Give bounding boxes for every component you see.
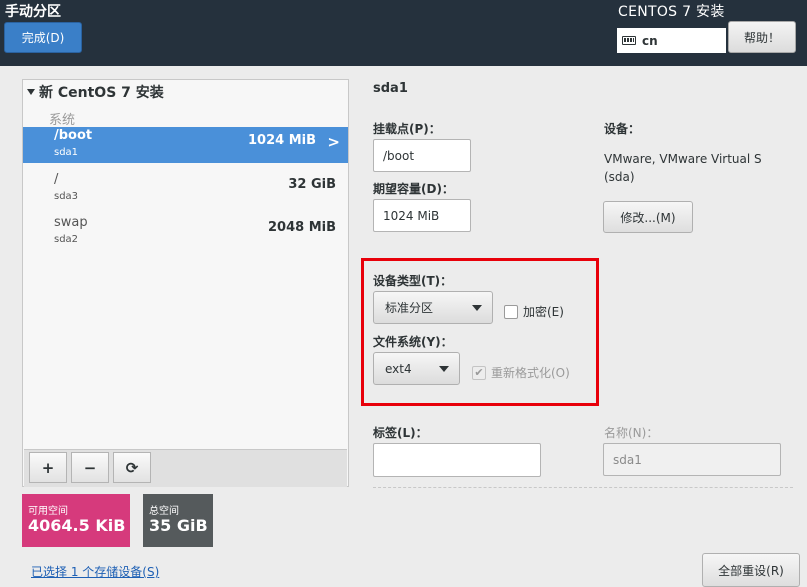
install-tree-header[interactable]: 新 CentOS 7 安装 <box>27 82 164 102</box>
partition-device: sda2 <box>54 234 79 245</box>
selected-storage-link[interactable]: 已选择 1 个存储设备(S) <box>31 563 159 580</box>
group-label-system: 系统 <box>49 113 76 128</box>
desired-capacity-label: 期望容量(D)： <box>373 182 454 196</box>
chevron-right-icon: > <box>327 133 340 151</box>
mount-point-input[interactable]: /boot <box>373 139 471 172</box>
total-space-label: 总空间 <box>149 506 179 517</box>
remove-partition-button[interactable]: − <box>71 452 109 483</box>
devices-label: 设备： <box>604 122 641 136</box>
highlight-frame <box>361 258 599 406</box>
partition-tree-panel: 新 CentOS 7 安装 系统 /boot sda1 1024 MiB > /… <box>22 79 349 487</box>
label-input[interactable] <box>373 443 541 477</box>
partition-row-boot[interactable]: /boot sda1 1024 MiB > <box>23 127 348 163</box>
device-info-name: VMware, VMware Virtual S <box>604 152 762 166</box>
partition-size: 1024 MiB <box>247 133 316 148</box>
done-button[interactable]: 完成(D) <box>4 22 82 53</box>
device-title: sda1 <box>373 81 408 96</box>
partition-mount: / <box>54 172 59 187</box>
available-space-value: 4064.5 KiB <box>28 516 126 535</box>
help-button[interactable]: 帮助！ <box>728 21 796 53</box>
modify-button[interactable]: 修改...(M) <box>603 201 693 233</box>
device-info-id: (sda) <box>604 170 635 184</box>
divider <box>373 487 793 488</box>
add-partition-button[interactable]: + <box>29 452 67 483</box>
partition-row-swap[interactable]: swap sda2 2048 MiB <box>23 214 348 250</box>
label-field-label: 标签(L)： <box>373 426 428 440</box>
name-input[interactable]: sda1 <box>603 443 781 476</box>
keyboard-layout-label: cn <box>642 33 658 48</box>
desired-capacity-input[interactable]: 1024 MiB <box>373 199 471 232</box>
header-bar: 手动分区 完成(D) CENTOS 7 安装 cn 帮助！ <box>0 0 807 66</box>
available-space-label: 可用空间 <box>28 506 68 517</box>
partition-device: sda3 <box>54 191 79 202</box>
available-space-box: 可用空间 4064.5 KiB <box>22 494 130 547</box>
name-label: 名称(N)： <box>604 426 659 440</box>
keyboard-icon <box>622 36 636 45</box>
total-space-box: 总空间 35 GiB <box>143 494 213 547</box>
expander-down-icon[interactable] <box>27 89 35 95</box>
partition-mount: /boot <box>54 128 93 143</box>
partition-device: sda1 <box>54 147 79 158</box>
keyboard-layout-indicator[interactable]: cn <box>617 28 726 53</box>
page-title: 手动分区 <box>5 4 61 20</box>
install-tree-title: 新 CentOS 7 安装 <box>39 85 164 101</box>
reset-all-button[interactable]: 全部重设(R) <box>702 553 800 587</box>
product-title: CENTOS 7 安装 <box>618 4 725 20</box>
partition-size: 2048 MiB <box>267 220 336 235</box>
refresh-icon[interactable]: ⟳ <box>113 452 151 483</box>
partition-mount: swap <box>54 215 88 230</box>
total-space-value: 35 GiB <box>149 516 208 535</box>
partition-row-root[interactable]: / sda3 32 GiB <box>23 171 348 207</box>
partition-toolbar: + − ⟳ <box>24 449 347 487</box>
mount-point-label: 挂载点(P)： <box>373 122 441 136</box>
partition-size: 32 GiB <box>288 177 336 192</box>
device-info: VMware, VMware Virtual S (sda) <box>604 150 784 186</box>
